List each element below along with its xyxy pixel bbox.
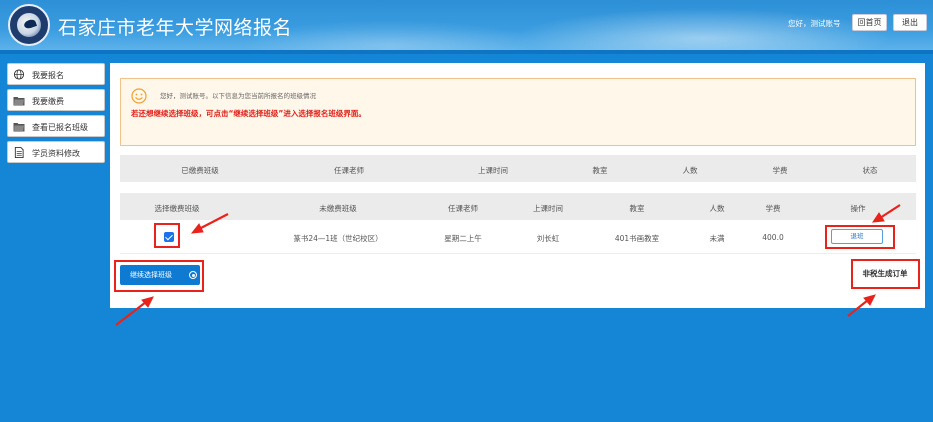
cloud-decoration <box>513 8 893 50</box>
sidebar-item-register[interactable]: 我要报名 <box>7 63 105 85</box>
site-title: 石家庄市老年大学网络报名 <box>58 17 293 39</box>
count-cell: 未满 <box>709 234 725 243</box>
sidebar-item-label: 我要报名 <box>32 71 64 80</box>
main-panel: 您好，测试账号。以下信息为您当前所报名的班级情况 若还想继续选择班级，可点击“继… <box>110 63 925 308</box>
withdraw-button[interactable]: 退班 <box>831 229 883 244</box>
document-icon <box>14 147 24 158</box>
unpaid-classes-table-header: 选择缴费班级 未缴费班级 任课老师 上课时间 教室 人数 学费 操作 <box>120 193 916 220</box>
table-row: 篆书24—1班（世纪校区） 星期二上午 刘长虹 401书画教室 未满 400.0… <box>120 220 916 254</box>
sidebar-item-pay[interactable]: 我要缴费 <box>7 89 105 111</box>
column-header: 任课老师 <box>448 204 478 213</box>
column-header: 教室 <box>592 166 608 175</box>
sidebar-item-edit-profile[interactable]: 学员资料修改 <box>7 141 105 163</box>
generate-order-button[interactable]: 非税生成订单 <box>850 264 920 284</box>
header: 石家庄市老年大学网络报名 您好，测试账号 回首页 退出 <box>0 0 933 50</box>
column-header: 未缴费班级 <box>319 204 357 213</box>
folder-icon <box>13 123 25 132</box>
home-button[interactable]: 回首页 <box>852 14 887 31</box>
folder-icon <box>13 97 25 106</box>
column-header: 学费 <box>772 166 788 175</box>
column-header: 上课时间 <box>533 204 563 213</box>
notice-info-text: 您好，测试账号。以下信息为您当前所报名的班级情况 <box>160 92 316 100</box>
user-greeting: 您好，测试账号 <box>788 19 841 28</box>
continue-select-label: 继续选择班级 <box>130 271 172 279</box>
classroom-cell: 401书画教室 <box>614 234 660 243</box>
globe-icon <box>13 69 25 80</box>
notice-hint-text: 若还想继续选择班级，可点击“继续选择班级”进入选择报名班级界面。 <box>131 109 366 118</box>
class-name: 篆书24—1班（世纪校区） <box>293 234 383 243</box>
column-header: 人数 <box>682 166 698 175</box>
column-header: 上课时间 <box>478 166 508 175</box>
column-header: 学费 <box>765 204 781 213</box>
column-header: 操作 <box>850 204 866 213</box>
teacher-cell: 星期二上午 <box>444 234 482 243</box>
sidebar-item-label: 查看已报名班级 <box>32 123 88 132</box>
sidebar-item-label: 我要缴费 <box>32 97 64 106</box>
column-header: 教室 <box>629 204 645 213</box>
fee-cell: 400.0 <box>762 233 784 242</box>
column-header: 人数 <box>709 204 725 213</box>
column-header: 已缴费班级 <box>181 166 219 175</box>
school-logo <box>8 4 50 46</box>
notice-box: 您好，测试账号。以下信息为您当前所报名的班级情况 若还想继续选择班级，可点击“继… <box>120 78 916 146</box>
column-header: 状态 <box>862 166 878 175</box>
header-divider <box>0 50 933 54</box>
sidebar-item-label: 学员资料修改 <box>32 149 80 158</box>
column-header: 任课老师 <box>334 166 364 175</box>
sidebar: 我要报名 我要缴费 查看已报名班级 学员资料修改 <box>7 63 105 167</box>
time-cell: 刘长虹 <box>536 234 560 243</box>
paid-classes-table-header: 已缴费班级 任课老师 上课时间 教室 人数 学费 状态 <box>120 155 916 182</box>
column-header: 选择缴费班级 <box>154 204 200 213</box>
select-class-checkbox[interactable] <box>164 232 174 242</box>
sidebar-item-view-classes[interactable]: 查看已报名班级 <box>7 115 105 137</box>
smile-icon <box>131 88 147 104</box>
continue-select-button[interactable]: 继续选择班级 <box>120 265 200 285</box>
arrow-circle-icon <box>189 271 197 279</box>
exit-button[interactable]: 退出 <box>893 14 927 31</box>
